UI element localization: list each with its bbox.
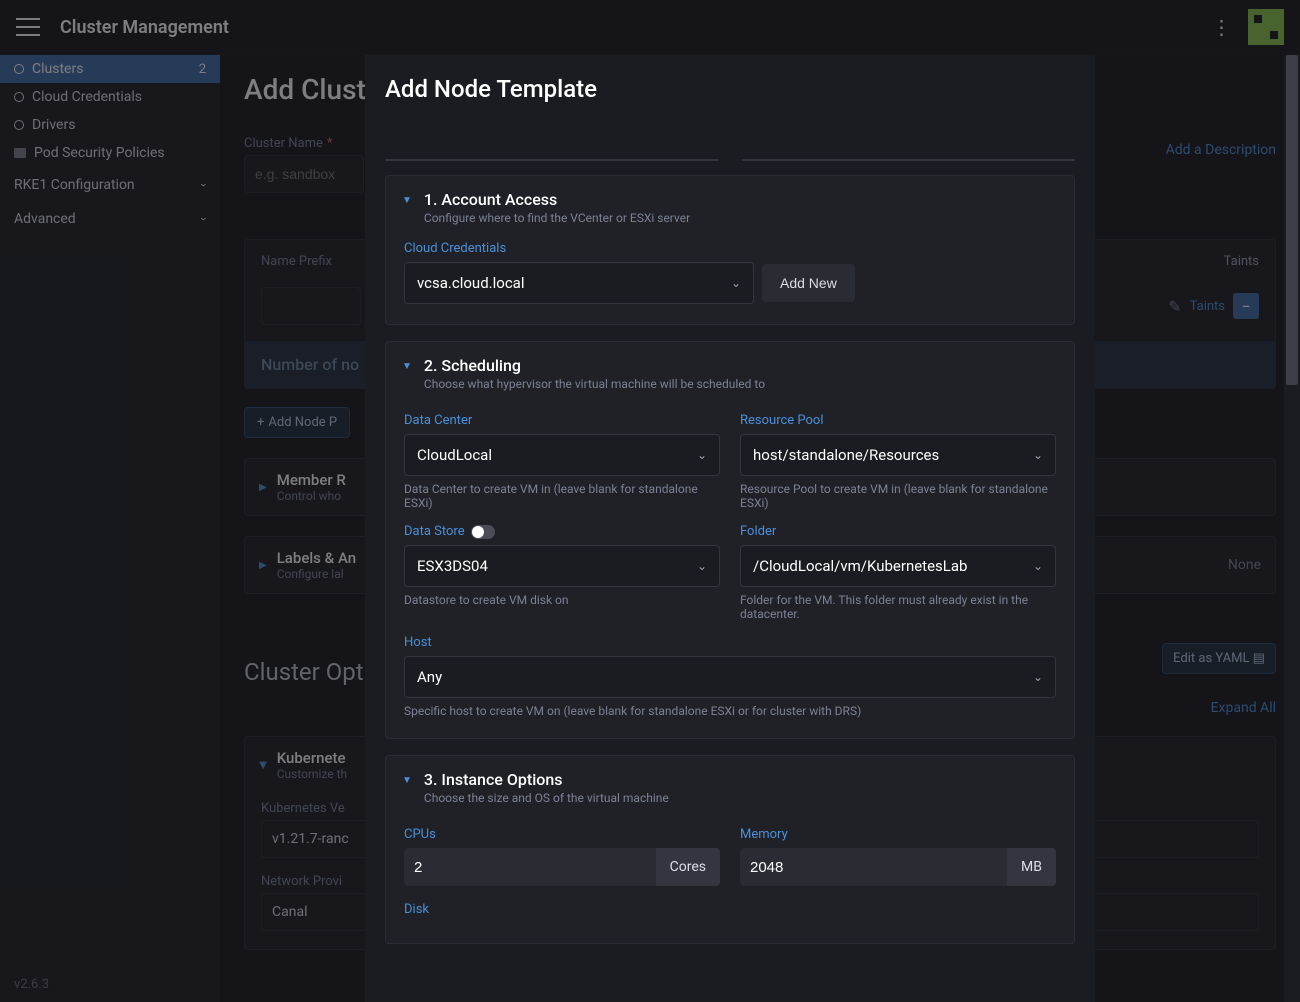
triangle-down-icon: ▼ bbox=[402, 195, 412, 206]
disk-label: Disk bbox=[404, 902, 1056, 917]
chevron-down-icon: ⌄ bbox=[1033, 670, 1043, 684]
edit-as-yaml-button[interactable]: Edit as YAML ▤ bbox=[1162, 643, 1276, 674]
file-icon: ▤ bbox=[1253, 651, 1265, 666]
host-hint: Specific host to create VM on (leave bla… bbox=[404, 704, 1056, 718]
sidebar-section-advanced[interactable]: Advanced › bbox=[0, 203, 220, 235]
host-select[interactable]: Any ⌄ bbox=[404, 656, 1056, 698]
sidebar-section-rke1[interactable]: RKE1 Configuration › bbox=[0, 169, 220, 201]
triangle-right-icon: ▶ bbox=[259, 560, 267, 571]
sidebar-item-drivers[interactable]: Drivers bbox=[0, 111, 220, 139]
scrollbar-thumb[interactable] bbox=[1286, 55, 1298, 385]
chevron-down-icon: ⌄ bbox=[1033, 559, 1043, 573]
instance-options-header[interactable]: ▼ 3. Instance Options Choose the size an… bbox=[386, 756, 1074, 815]
triangle-right-icon: ▶ bbox=[259, 482, 267, 493]
instance-options-section: ▼ 3. Instance Options Choose the size an… bbox=[385, 755, 1075, 944]
triangle-down-icon: ▶ bbox=[257, 761, 268, 769]
sidebar-item-label: Cloud Credentials bbox=[32, 89, 142, 105]
remove-button[interactable]: − bbox=[1233, 293, 1259, 319]
name-prefix-input[interactable] bbox=[261, 287, 361, 325]
sidebar-item-count: 2 bbox=[199, 62, 206, 77]
datastore-toggle[interactable] bbox=[471, 525, 495, 539]
top-header: Cluster Management ⋮ bbox=[0, 0, 1300, 55]
folder-label: Folder bbox=[740, 524, 1056, 539]
chevron-down-icon: ⌄ bbox=[697, 559, 707, 573]
account-access-header[interactable]: ▼ 1. Account Access Configure where to f… bbox=[386, 176, 1074, 235]
cluster-options-title: Cluster Opt bbox=[244, 658, 364, 686]
sidebar-item-pod-security[interactable]: Pod Security Policies bbox=[0, 139, 220, 167]
chevron-down-icon: ⌄ bbox=[697, 448, 707, 462]
window-scrollbar[interactable] bbox=[1284, 55, 1300, 1002]
driver-icon bbox=[14, 120, 24, 130]
credential-icon bbox=[14, 92, 24, 102]
name-prefix-label: Name Prefix bbox=[261, 254, 332, 269]
hamburger-menu-icon[interactable] bbox=[16, 18, 40, 36]
folder-select[interactable]: /CloudLocal/vm/KubernetesLab ⌄ bbox=[740, 545, 1056, 587]
page-header-title: Cluster Management bbox=[60, 17, 229, 38]
cloud-credentials-select[interactable]: vcsa.cloud.local ⌄ bbox=[404, 262, 754, 304]
resourcepool-hint: Resource Pool to create VM in (leave bla… bbox=[740, 482, 1056, 510]
taints-link[interactable]: Taints bbox=[1190, 299, 1225, 314]
folder-hint: Folder for the VM. This folder must alre… bbox=[740, 593, 1056, 621]
taints-header: Taints bbox=[1224, 254, 1259, 269]
sidebar-item-label: Drivers bbox=[32, 117, 75, 133]
host-label: Host bbox=[404, 635, 1056, 650]
chevron-down-icon: ⌄ bbox=[1033, 448, 1043, 462]
version-text: v2.6.3 bbox=[14, 977, 49, 992]
plus-icon: + bbox=[257, 415, 264, 430]
resourcepool-select[interactable]: host/standalone/Resources ⌄ bbox=[740, 434, 1056, 476]
scheduling-section: ▼ 2. Scheduling Choose what hypervisor t… bbox=[385, 341, 1075, 739]
modal-tab-1[interactable] bbox=[385, 133, 718, 161]
cluster-name-input[interactable] bbox=[244, 155, 364, 193]
sidebar-section-label: Advanced bbox=[14, 211, 76, 227]
datacenter-hint: Data Center to create VM in (leave blank… bbox=[404, 482, 720, 510]
sidebar-item-cloud-credentials[interactable]: Cloud Credentials bbox=[0, 83, 220, 111]
kebab-menu-icon[interactable]: ⋮ bbox=[1210, 15, 1234, 39]
memory-label: Memory bbox=[740, 827, 1056, 842]
brand-logo[interactable] bbox=[1248, 9, 1284, 45]
modal-tab-2[interactable] bbox=[742, 133, 1075, 161]
edit-icon: ✎ bbox=[1168, 297, 1181, 316]
cloud-credentials-label: Cloud Credentials bbox=[404, 241, 1056, 256]
datastore-label: Data Store bbox=[404, 524, 720, 539]
modal-title: Add Node Template bbox=[385, 75, 1075, 103]
datacenter-select[interactable]: CloudLocal ⌄ bbox=[404, 434, 720, 476]
triangle-down-icon: ▼ bbox=[402, 361, 412, 372]
cpus-input[interactable] bbox=[404, 848, 656, 886]
sidebar-item-label: Clusters bbox=[32, 61, 83, 77]
none-text: None bbox=[1228, 557, 1261, 573]
add-new-credential-button[interactable]: Add New bbox=[762, 264, 855, 302]
add-description-link[interactable]: Add a Description bbox=[1166, 142, 1276, 158]
sidebar-item-clusters[interactable]: Clusters 2 bbox=[0, 55, 220, 83]
cpus-label: CPUs bbox=[404, 827, 720, 842]
cpus-unit: Cores bbox=[656, 848, 720, 886]
scheduling-header[interactable]: ▼ 2. Scheduling Choose what hypervisor t… bbox=[386, 342, 1074, 401]
memory-unit: MB bbox=[1007, 848, 1056, 886]
add-node-template-modal: Add Node Template ▼ 1. Account Access Co… bbox=[365, 55, 1095, 1002]
folder-icon bbox=[14, 148, 26, 158]
chevron-down-icon: › bbox=[197, 183, 211, 187]
memory-input[interactable] bbox=[740, 848, 1007, 886]
sidebar-section-label: RKE1 Configuration bbox=[14, 177, 135, 193]
datastore-select[interactable]: ESX3DS04 ⌄ bbox=[404, 545, 720, 587]
triangle-down-icon: ▼ bbox=[402, 775, 412, 786]
datacenter-label: Data Center bbox=[404, 413, 720, 428]
add-node-pool-button[interactable]: + Add Node P bbox=[244, 407, 350, 438]
chevron-down-icon: › bbox=[197, 217, 211, 221]
resourcepool-label: Resource Pool bbox=[740, 413, 1056, 428]
sidebar: Clusters 2 Cloud Credentials Drivers Pod… bbox=[0, 55, 220, 1002]
sidebar-item-label: Pod Security Policies bbox=[34, 145, 165, 161]
datastore-hint: Datastore to create VM disk on bbox=[404, 593, 720, 607]
chevron-down-icon: ⌄ bbox=[731, 276, 741, 290]
account-access-section: ▼ 1. Account Access Configure where to f… bbox=[385, 175, 1075, 325]
cluster-icon bbox=[14, 64, 24, 74]
